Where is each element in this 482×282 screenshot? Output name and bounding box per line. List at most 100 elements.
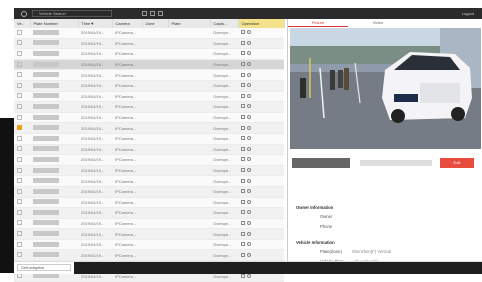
view-icon[interactable]: [241, 210, 245, 215]
table-row[interactable]: 2019/04/19...IPCamera... Overspe...: [14, 122, 284, 134]
view-icon[interactable]: [241, 273, 245, 278]
col-header-capture[interactable]: Captu...: [210, 19, 239, 28]
col-header-plate[interactable]: Plate: [168, 19, 211, 28]
row-checkbox[interactable]: [17, 61, 22, 67]
row-checkbox[interactable]: [17, 209, 22, 215]
download-button[interactable]: [292, 158, 350, 168]
row-checkbox-cell[interactable]: [14, 80, 30, 92]
view-icon[interactable]: [241, 220, 245, 225]
search-icon[interactable]: [247, 136, 252, 141]
row-checkbox[interactable]: [17, 220, 22, 226]
search-icon[interactable]: [247, 231, 252, 236]
view-icon[interactable]: [241, 62, 245, 67]
row-checkbox-cell[interactable]: [14, 28, 30, 39]
search-icon[interactable]: [247, 168, 252, 173]
tab-picture[interactable]: Picture: [288, 19, 348, 27]
row-checkbox[interactable]: [17, 252, 22, 258]
row-checkbox[interactable]: [17, 135, 22, 141]
col-header-plate-number[interactable]: Plate Number: [30, 19, 79, 28]
search-icon[interactable]: [247, 273, 252, 278]
table-row[interactable]: 2019/04/19...IPCamera... Overspe...: [14, 249, 284, 262]
row-checkbox[interactable]: [17, 50, 22, 56]
table-row[interactable]: 2019/04/19...IPCamera... Overspe...: [14, 91, 284, 103]
grid-icon[interactable]: [150, 11, 155, 16]
table-row[interactable]: 2019/04/19...IPCamera... Overspe...: [14, 239, 284, 251]
row-checkbox[interactable]: [17, 114, 22, 120]
row-checkbox-cell[interactable]: [14, 228, 30, 240]
logout-link[interactable]: Logout: [462, 11, 474, 16]
row-checkbox-cell[interactable]: [14, 165, 30, 177]
edit-button[interactable]: Edit: [440, 158, 474, 168]
row-checkbox[interactable]: [17, 178, 22, 184]
table-row[interactable]: 2019/04/19...IPCamera... Overspe...: [14, 154, 284, 166]
row-checkbox[interactable]: [17, 125, 22, 131]
row-checkbox-cell[interactable]: [14, 197, 30, 209]
col-header-camera[interactable]: Camera: [112, 19, 143, 28]
row-checkbox-cell[interactable]: [14, 38, 30, 50]
row-checkbox[interactable]: [17, 273, 22, 279]
table-row[interactable]: 2019/04/19...IPCamera... Overspe...: [14, 186, 284, 198]
table-row[interactable]: 2019/04/19...IPCamera... Overspe...: [14, 112, 284, 124]
col-header-operation[interactable]: Operation: [238, 19, 285, 28]
row-checkbox-cell[interactable]: [14, 144, 30, 156]
table-row[interactable]: 2019/04/19...IPCamera... Overspe...: [14, 218, 284, 230]
table-row[interactable]: 2019/04/19...IPCamera... Overspe...: [14, 28, 284, 39]
table-row[interactable]: 2019/04/19...IPCamera... Overspe...: [14, 38, 284, 50]
menu-icon[interactable]: [142, 11, 147, 16]
search-icon[interactable]: [247, 51, 252, 56]
table-row[interactable]: 2019/04/19...IPCamera... Overspe...: [14, 69, 284, 81]
view-icon[interactable]: [241, 146, 245, 151]
row-checkbox-cell[interactable]: [14, 175, 30, 187]
row-checkbox[interactable]: [17, 93, 22, 99]
view-icon[interactable]: [241, 40, 245, 45]
table-row[interactable]: 2019/04/19...IPCamera... Overspe...: [14, 165, 284, 177]
row-checkbox-cell[interactable]: [14, 48, 30, 60]
search-icon[interactable]: [247, 62, 252, 67]
per-page-select[interactable]: Self-adaptive: [17, 264, 71, 271]
search-icon[interactable]: [247, 157, 252, 162]
view-icon[interactable]: [241, 72, 245, 77]
row-checkbox-cell[interactable]: [14, 207, 30, 219]
col-header-vehicle[interactable]: Ve..: [14, 19, 31, 28]
table-row[interactable]: 2019/04/19...IPCamera... Overspe...: [14, 144, 284, 156]
search-icon[interactable]: [247, 178, 252, 183]
row-checkbox-cell[interactable]: [14, 122, 30, 134]
view-icon[interactable]: [241, 178, 245, 183]
table-row[interactable]: 2019/04/19...IPCamera... Overspe...: [14, 133, 284, 145]
row-checkbox-cell[interactable]: [14, 91, 30, 103]
view-icon[interactable]: [241, 30, 245, 35]
search-icon[interactable]: [247, 30, 252, 35]
row-checkbox[interactable]: [17, 146, 22, 152]
col-header-time[interactable]: Time▼: [78, 19, 113, 28]
view-icon[interactable]: [241, 199, 245, 204]
row-checkbox[interactable]: [17, 103, 22, 109]
table-row[interactable]: 2019/04/19...IPCamera... Overspe...: [14, 207, 284, 219]
row-checkbox-cell[interactable]: [14, 239, 30, 251]
view-icon[interactable]: [241, 157, 245, 162]
table-row[interactable]: 2019/04/19...IPCamera... Overspe...: [14, 80, 284, 92]
search-icon[interactable]: [247, 72, 252, 77]
search-icon[interactable]: [247, 146, 252, 151]
search-icon[interactable]: [247, 93, 252, 98]
row-checkbox[interactable]: [17, 199, 22, 205]
row-checkbox-cell[interactable]: [14, 112, 30, 124]
view-icon[interactable]: [241, 125, 245, 130]
row-checkbox[interactable]: [17, 40, 22, 46]
row-checkbox-cell[interactable]: [14, 101, 30, 113]
table-row[interactable]: 2019/04/19...IPCamera... Overspe...: [14, 175, 284, 187]
view-icon[interactable]: [241, 104, 245, 109]
row-checkbox-cell[interactable]: [14, 249, 30, 262]
search-icon[interactable]: [247, 115, 252, 120]
row-checkbox-cell[interactable]: [14, 218, 30, 230]
row-checkbox[interactable]: [17, 167, 22, 173]
table-row[interactable]: 2019/04/19...IPCamera... Overspe...: [14, 228, 284, 240]
row-checkbox[interactable]: [17, 188, 22, 194]
row-checkbox[interactable]: [17, 72, 22, 78]
search-icon[interactable]: [247, 210, 252, 215]
view-icon[interactable]: [241, 168, 245, 173]
row-checkbox-cell[interactable]: [14, 154, 30, 166]
view-icon[interactable]: [241, 83, 245, 88]
row-checkbox-cell[interactable]: [14, 186, 30, 198]
search-icon[interactable]: [247, 83, 252, 88]
table-row[interactable]: 2019/04/19...IPCamera... Overspe...: [14, 101, 284, 113]
